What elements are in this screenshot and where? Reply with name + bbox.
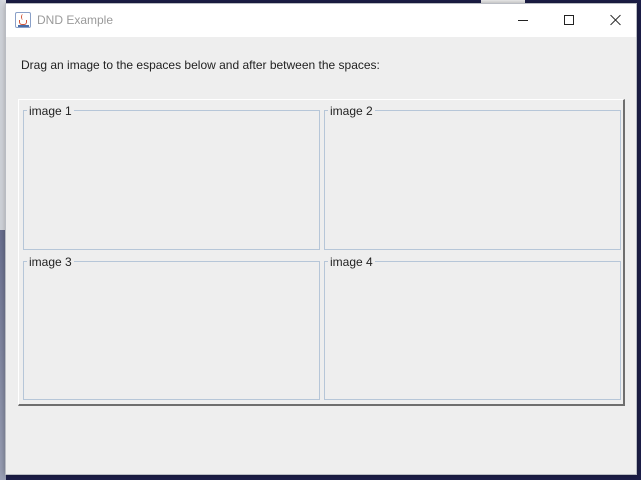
title-bar[interactable]: DND Example [6,4,636,37]
image-drop-zone-1[interactable]: image 1 [23,104,320,250]
window-title: DND Example [37,13,114,27]
drop-area-panel: image 1 image 2 image 3 image 4 [18,99,625,406]
zone-title: image 2 [328,104,375,118]
image-drop-zone-4[interactable]: image 4 [324,255,621,400]
image-drop-zone-3[interactable]: image 3 [23,255,320,400]
zone-title: image 4 [328,255,375,269]
image-drop-zone-2[interactable]: image 2 [324,104,621,250]
zone-title: image 1 [27,104,74,118]
instruction-label: Drag an image to the espaces below and a… [21,58,380,72]
app-window: DND Example Drag an image to the espaces… [5,3,637,475]
close-button[interactable] [592,4,638,36]
minimize-icon [518,19,528,21]
java-cup-icon[interactable] [15,12,31,28]
zone-title: image 3 [27,255,74,269]
maximize-icon [564,15,574,25]
minimize-button[interactable] [500,4,546,36]
close-icon [609,14,621,26]
maximize-button[interactable] [546,4,592,36]
